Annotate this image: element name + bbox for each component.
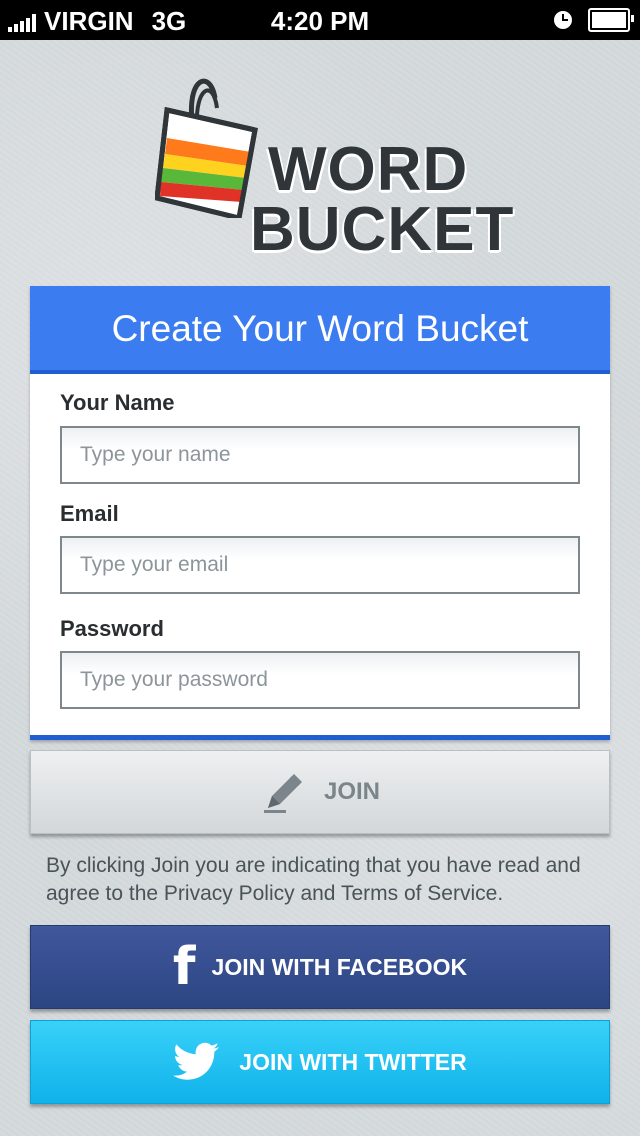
name-label: Your Name	[60, 390, 175, 415]
status-right	[554, 8, 634, 32]
password-label: Password	[60, 616, 164, 641]
alarm-clock-icon	[554, 11, 572, 29]
signup-card: Create Your Word Bucket Your Name Email …	[30, 286, 610, 740]
join-label: JOIN	[323, 778, 380, 805]
app-logo: WORD BUCKET	[155, 68, 513, 268]
join-twitter-button[interactable]: JOIN WITH TWITTER	[30, 1020, 610, 1104]
logo-word: WORD	[268, 135, 469, 204]
join-button[interactable]: JOIN	[30, 750, 610, 834]
email-input[interactable]	[60, 536, 580, 594]
pencil-icon	[263, 774, 302, 813]
twitter-label: JOIN WITH TWITTER	[239, 1048, 467, 1075]
status-bar: VIRGIN 3G 4:20 PM	[0, 0, 640, 40]
twitter-bird-icon	[173, 1042, 220, 1080]
facebook-icon: f	[172, 937, 196, 997]
logo-wordmark: WORD BUCKET	[250, 135, 514, 261]
join-facebook-button[interactable]: f JOIN WITH FACEBOOK	[30, 925, 610, 1009]
status-time: 4:20 PM	[270, 6, 370, 36]
card-title: Create Your Word Bucket	[30, 286, 610, 374]
name-input[interactable]	[60, 426, 580, 484]
logo-bucket: BUCKET	[250, 195, 515, 264]
password-input[interactable]	[60, 651, 580, 709]
card-bottom-border	[30, 735, 610, 740]
legal-text: By clicking Join you are indicating that…	[46, 854, 581, 905]
bucket-icon	[155, 78, 258, 218]
email-label: Email	[60, 501, 119, 526]
battery-icon	[588, 8, 634, 32]
facebook-label: JOIN WITH FACEBOOK	[211, 953, 468, 980]
